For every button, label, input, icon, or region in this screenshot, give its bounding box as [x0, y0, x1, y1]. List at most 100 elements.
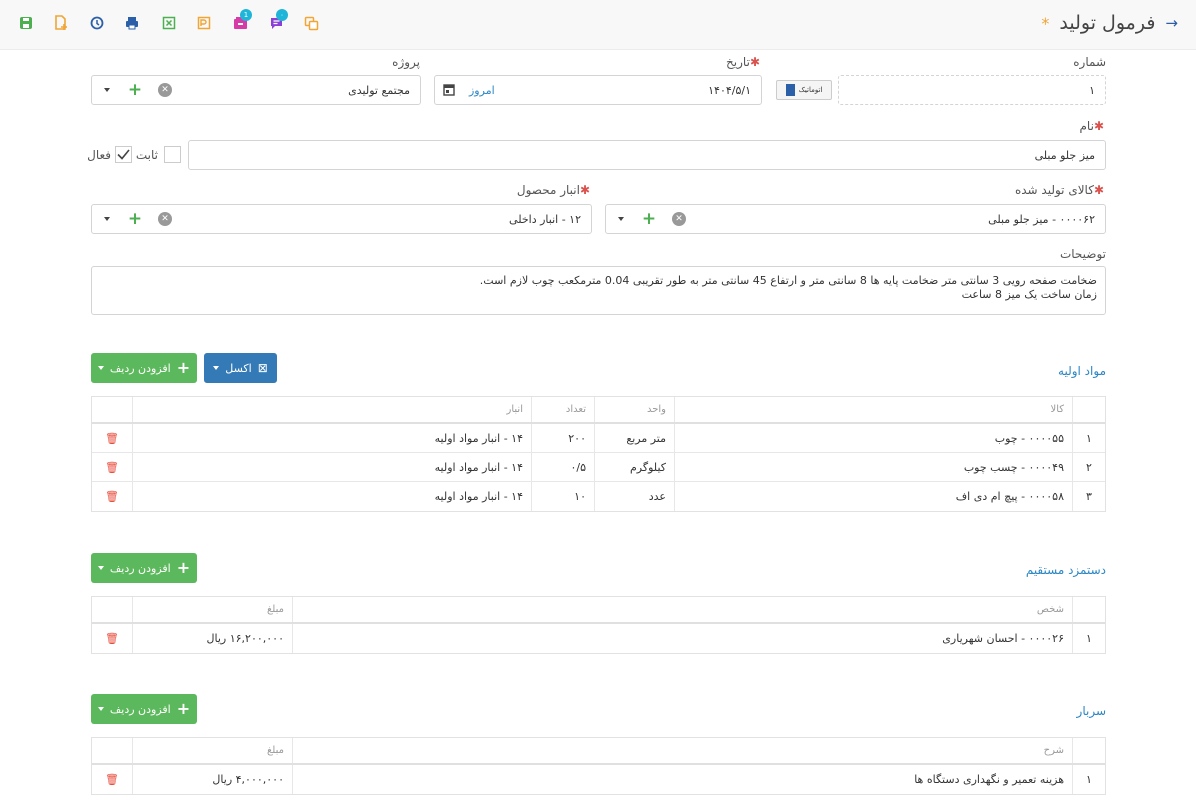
- excel-button[interactable]: ⊠ اکسل: [204, 353, 277, 383]
- actions-column-header: [92, 597, 132, 622]
- table-row[interactable]: ۲ ۰۰۰۰۴۹ - چسب چوب کیلوگرم ۰/۵ ۱۴ - انبا…: [92, 453, 1105, 482]
- inbox-icon[interactable]: 1: [229, 9, 252, 34]
- warehouse-dropdown-caret[interactable]: [100, 212, 114, 226]
- warehouse-cell[interactable]: ۱۴ - انبار مواد اولیه: [132, 424, 531, 452]
- plus-icon: +: [176, 558, 191, 577]
- warehouse-clear-icon[interactable]: ✕: [158, 212, 172, 226]
- materials-add-row-button[interactable]: + افزودن ردیف: [91, 353, 197, 383]
- page-title: فرمول تولید: [1059, 12, 1156, 34]
- add-row-label: افزودن ردیف: [109, 361, 171, 375]
- table-row[interactable]: ۱ هزینه تعمیر و نگهداری دستگاه ها ۴,۰۰۰,…: [92, 765, 1105, 794]
- page-header: → فرمول تولید *: [1041, 12, 1178, 34]
- name-input[interactable]: میز جلو مبلی: [188, 140, 1106, 170]
- delete-row-icon[interactable]: 🗑: [92, 424, 132, 452]
- item-cell[interactable]: ۰۰۰۰۴۹ - چسب چوب: [674, 453, 1072, 481]
- new-document-icon[interactable]: [50, 12, 72, 34]
- delete-row-icon[interactable]: 🗑: [92, 482, 132, 511]
- qty-cell[interactable]: ۲۰۰: [531, 424, 594, 452]
- warehouse-value: ۱۲ - انبار داخلی: [509, 213, 581, 226]
- person-column-header: شخص: [292, 597, 1072, 622]
- table-row[interactable]: ۱ ۰۰۰۰۵۵ - چوب متر مربع ۲۰۰ ۱۴ - انبار م…: [92, 424, 1105, 453]
- pdf-export-icon[interactable]: [193, 12, 215, 34]
- actions-column-header: [92, 397, 132, 422]
- save-icon[interactable]: [15, 12, 37, 34]
- unsaved-indicator: *: [1041, 13, 1050, 33]
- materials-section-title: مواد اولیه: [1058, 364, 1106, 378]
- fixed-checkbox[interactable]: [164, 146, 181, 163]
- warehouse-column-header: انبار: [132, 397, 531, 422]
- print-icon[interactable]: [121, 12, 143, 34]
- auto-number-swatch: [785, 84, 795, 96]
- amount-cell[interactable]: ۱۶,۲۰۰,۰۰۰ ریال: [132, 624, 292, 653]
- project-select[interactable]: مجتمع تولیدی ✕ +: [91, 75, 421, 105]
- labor-add-row-button[interactable]: + افزودن ردیف: [91, 553, 197, 583]
- unit-cell[interactable]: کیلوگرم: [594, 453, 674, 481]
- active-label: فعال: [87, 148, 111, 162]
- qty-cell[interactable]: ۱۰: [531, 482, 594, 511]
- description-label: توضیحات: [1059, 247, 1106, 261]
- unit-cell[interactable]: متر مربع: [594, 424, 674, 452]
- overhead-section-title: سربار: [1076, 704, 1106, 718]
- qty-cell[interactable]: ۰/۵: [531, 453, 594, 481]
- table-row[interactable]: ۳ ۰۰۰۰۵۸ - پیچ ام دی اف عدد ۱۰ ۱۴ - انبا…: [92, 482, 1105, 511]
- delete-row-icon[interactable]: 🗑: [92, 624, 132, 653]
- chevron-down-icon: [97, 366, 104, 370]
- warehouse-cell[interactable]: ۱۴ - انبار مواد اولیه: [132, 482, 531, 511]
- number-value: ۱: [1089, 84, 1095, 97]
- product-clear-icon[interactable]: ✕: [672, 212, 686, 226]
- name-label: ✱نام: [1080, 119, 1107, 133]
- back-arrow-icon[interactable]: →: [1165, 14, 1178, 32]
- inbox-badge: 1: [240, 9, 252, 21]
- item-cell[interactable]: ۰۰۰۰۵۵ - چوب: [674, 424, 1072, 452]
- chevron-down-icon: [97, 566, 104, 570]
- excel-icon: ⊠: [257, 361, 268, 375]
- description-textarea[interactable]: ضخامت صفحه رویی 3 سانتی متر ضخامت پایه ه…: [91, 266, 1106, 315]
- chat-badge: ۰: [276, 9, 288, 21]
- warehouse-cell[interactable]: ۱۴ - انبار مواد اولیه: [132, 453, 531, 481]
- auto-number-button[interactable]: اتوماتیک: [776, 80, 832, 100]
- product-dropdown-caret[interactable]: [614, 212, 628, 226]
- row-number: ۲: [1072, 453, 1105, 481]
- plus-icon: +: [176, 699, 191, 718]
- delete-row-icon[interactable]: 🗑: [92, 765, 132, 794]
- history-icon[interactable]: [86, 12, 108, 34]
- row-number: ۳: [1072, 482, 1105, 511]
- table-header-row: شخص مبلغ: [92, 597, 1105, 624]
- calendar-icon[interactable]: [443, 83, 455, 99]
- amount-cell[interactable]: ۴,۰۰۰,۰۰۰ ریال: [132, 765, 292, 794]
- item-cell[interactable]: ۰۰۰۰۵۸ - پیچ ام دی اف: [674, 482, 1072, 511]
- warehouse-add-icon[interactable]: +: [128, 211, 142, 228]
- unit-cell[interactable]: عدد: [594, 482, 674, 511]
- chat-icon[interactable]: ۰: [265, 9, 288, 34]
- row-number-header: [1072, 597, 1105, 622]
- row-number-header: [1072, 397, 1105, 422]
- project-dropdown-caret[interactable]: [100, 83, 114, 97]
- product-add-icon[interactable]: +: [642, 211, 656, 228]
- product-label-text: کالای تولید شده: [1014, 183, 1094, 197]
- product-select[interactable]: ۰۰۰۰۶۲ - میز جلو مبلی ✕ +: [605, 204, 1106, 234]
- number-field[interactable]: ۱: [838, 75, 1106, 105]
- row-number-header: [1072, 738, 1105, 763]
- project-clear-icon[interactable]: ✕: [158, 83, 172, 97]
- project-add-icon[interactable]: +: [128, 82, 142, 99]
- active-checkbox[interactable]: [115, 146, 132, 163]
- check-icon: [117, 149, 130, 160]
- overhead-add-row-button[interactable]: + افزودن ردیف: [91, 694, 197, 724]
- table-row[interactable]: ۱ ۰۰۰۰۲۶ - احسان شهریاری ۱۶,۲۰۰,۰۰۰ ریال…: [92, 624, 1105, 653]
- date-field[interactable]: ۱۴۰۴/۵/۱ امروز: [434, 75, 762, 105]
- number-label: شماره: [1073, 55, 1106, 69]
- actions-column-header: [92, 738, 132, 763]
- row-number: ۱: [1072, 624, 1105, 653]
- add-row-label: افزودن ردیف: [109, 561, 171, 575]
- copy-icon[interactable]: [300, 12, 322, 34]
- table-header-row: کالا واحد تعداد انبار: [92, 397, 1105, 424]
- excel-label: اکسل: [225, 361, 252, 375]
- delete-row-icon[interactable]: 🗑: [92, 453, 132, 481]
- project-label: پروژه: [392, 55, 420, 69]
- excel-export-icon[interactable]: [158, 12, 180, 34]
- required-mark: ✱: [749, 55, 760, 69]
- person-cell[interactable]: ۰۰۰۰۲۶ - احسان شهریاری: [292, 624, 1072, 653]
- warehouse-select[interactable]: ۱۲ - انبار داخلی ✕ +: [91, 204, 592, 234]
- today-link[interactable]: امروز: [469, 84, 495, 97]
- description-cell[interactable]: هزینه تعمیر و نگهداری دستگاه ها: [292, 765, 1072, 794]
